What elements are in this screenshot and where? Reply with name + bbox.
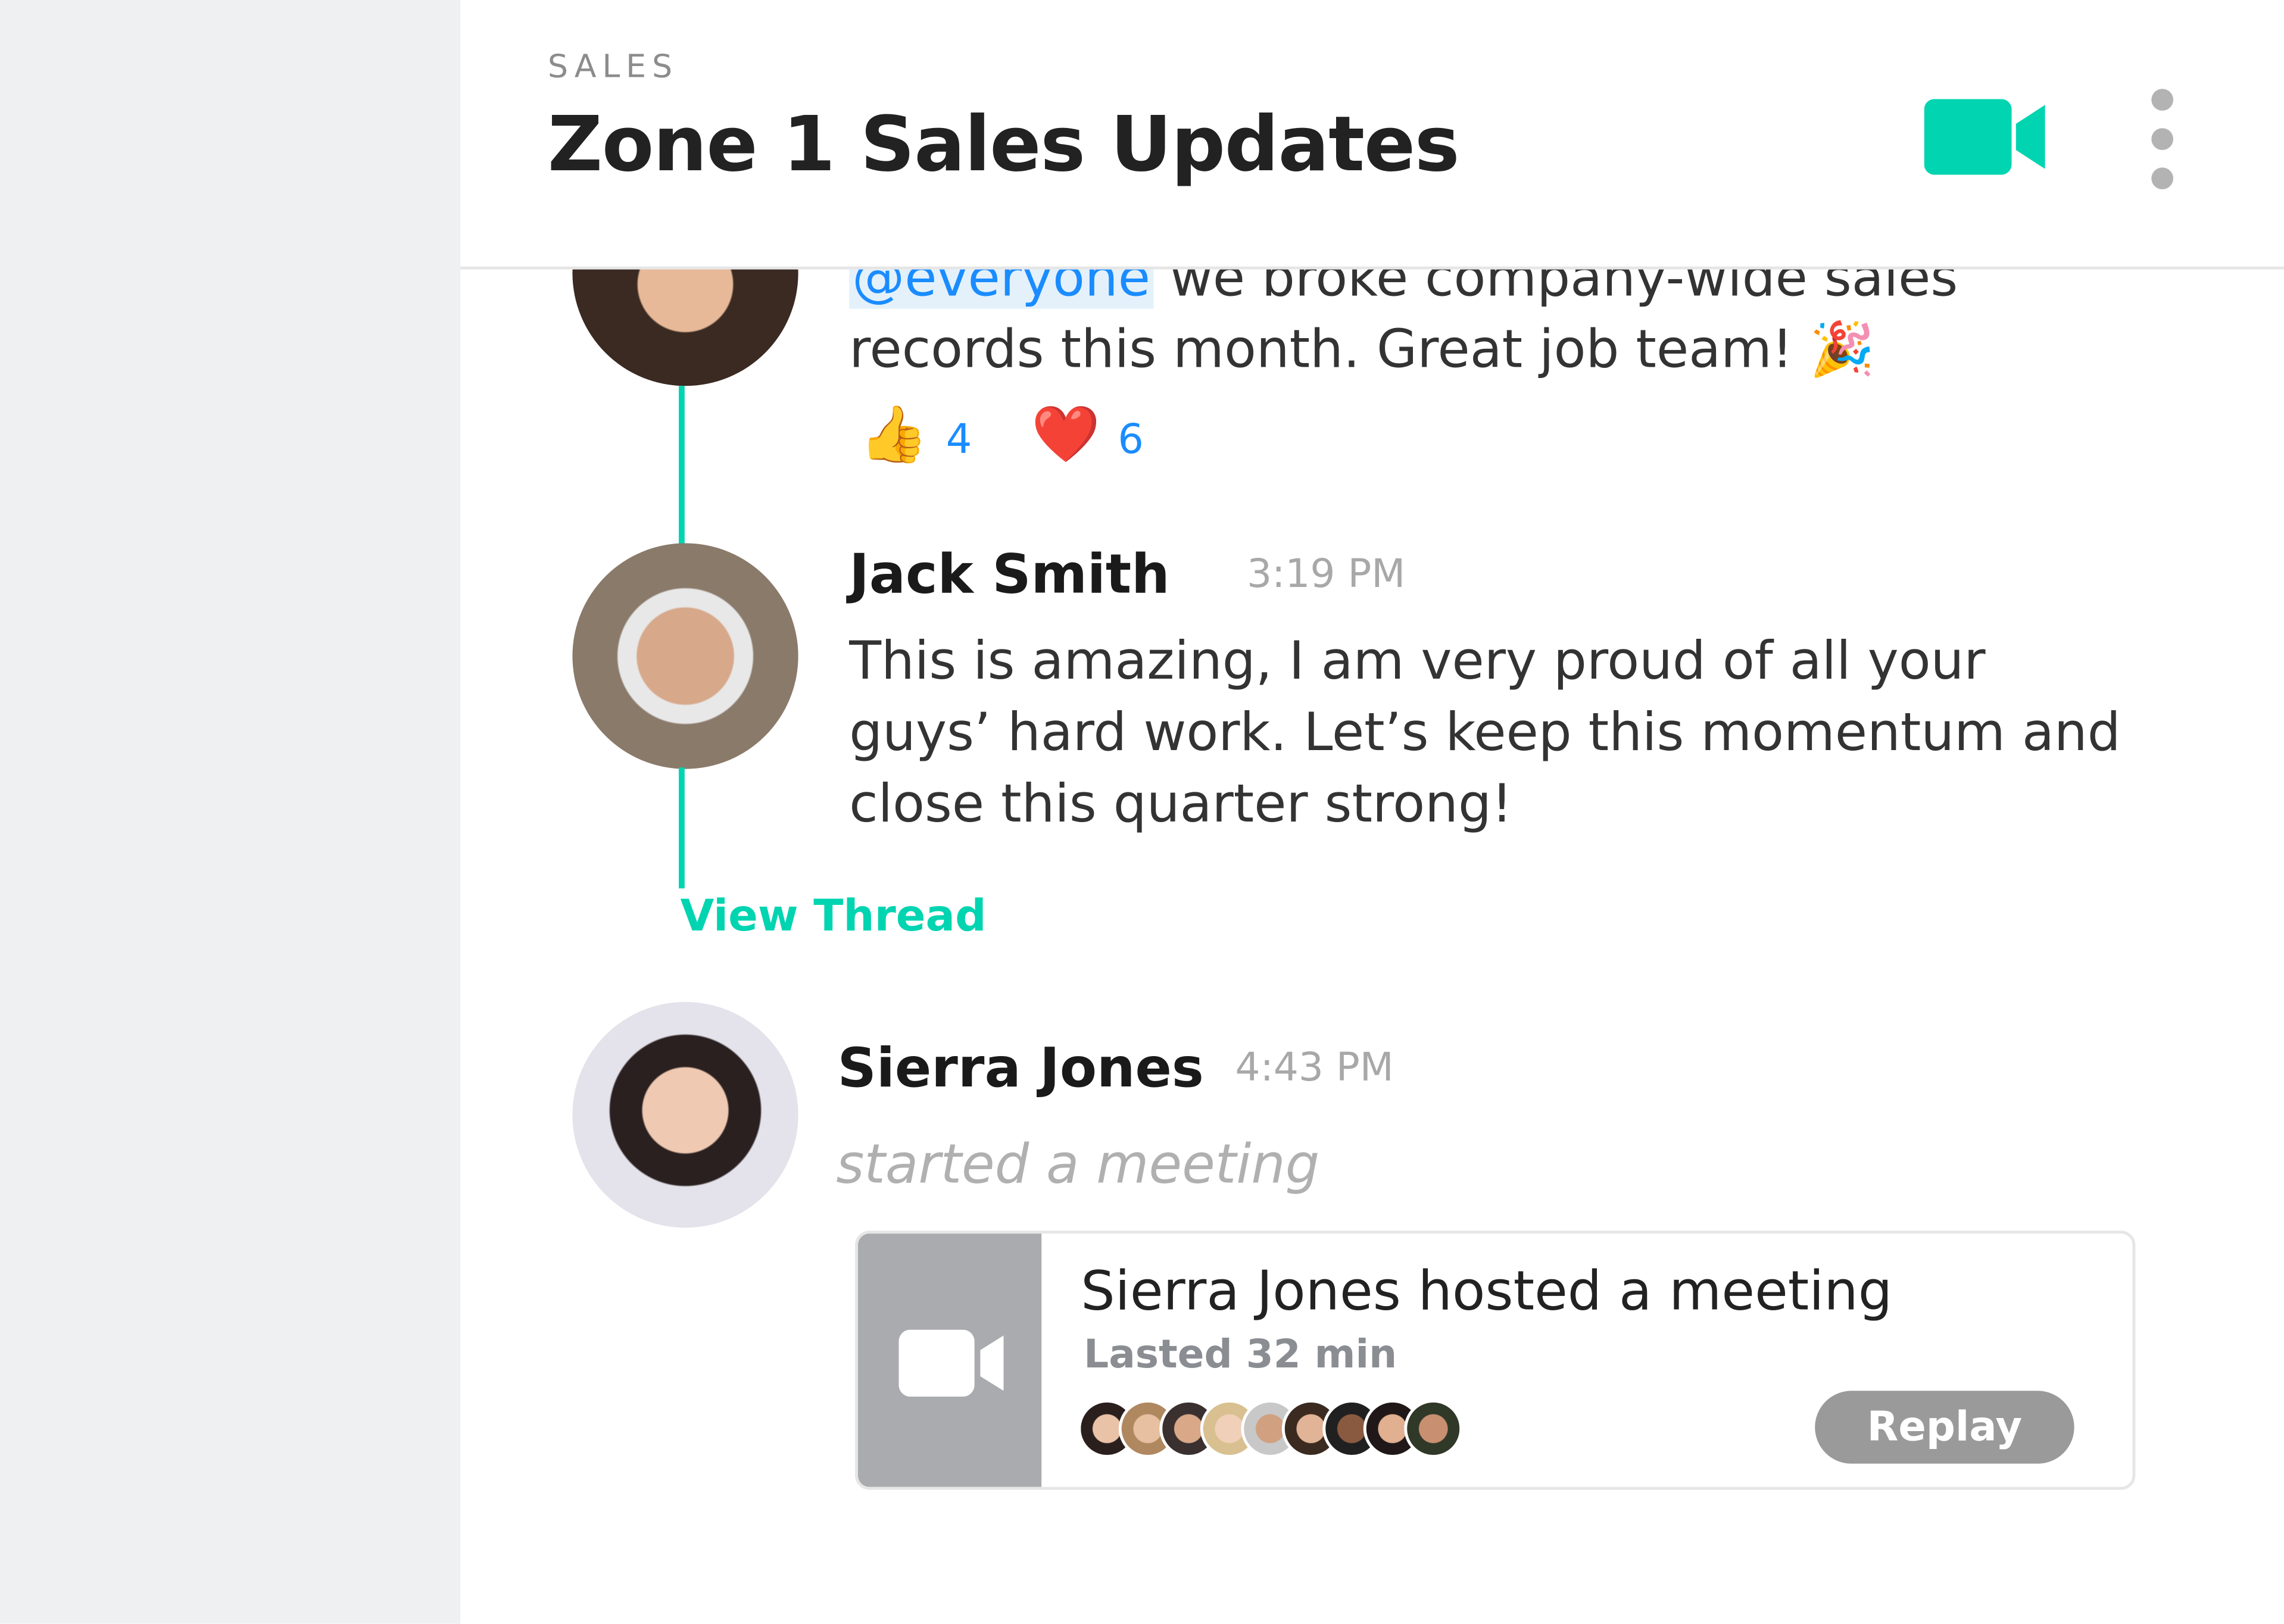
view-thread-link[interactable]: View Thread [680,891,986,942]
timestamp: 3:19 PM [1247,552,1406,598]
avatar-sierra-jones[interactable] [572,1002,798,1228]
author-name[interactable]: Jack Smith [849,544,1169,606]
meeting-thumbnail [857,1233,1042,1487]
reaction-count: 6 [1118,415,1144,463]
app-window: @everyone we broke company-wide sales re… [0,0,2284,1624]
avatar-jack-smith[interactable] [572,543,798,769]
channel-header: SALES Zone 1 Sales Updates [460,0,2284,270]
dot [2151,128,2174,150]
meeting-title: Sierra Jones hosted a meeting [1081,1260,1893,1323]
video-camera-icon [898,1329,1004,1397]
video-camera-icon[interactable] [1924,99,2045,175]
thread-line [679,767,685,889]
replay-button[interactable]: Replay [1815,1391,2074,1464]
thread-line [679,386,685,546]
dot [2151,89,2174,111]
dot [2151,167,2174,190]
reaction-count: 4 [946,415,972,463]
message-line: This is amazing, I am very proud of all … [849,632,1986,692]
author-name[interactable]: Sierra Jones [838,1037,1204,1100]
channel-category: SALES [547,49,678,86]
participant-avatar [1404,1399,1463,1458]
thumbs-up-icon: 👍 [859,402,929,466]
timestamp: 4:43 PM [1235,1045,1394,1091]
reaction-thumbs-up[interactable]: 👍 4 [859,402,972,467]
message-line: close this quarter strong! [849,774,1513,835]
meeting-duration: Lasted 32 min [1084,1332,1397,1378]
meeting-status-text: started a meeting [836,1133,1320,1196]
heart-icon: ❤️ [1031,402,1100,466]
sidebar [0,0,461,1624]
channel-title: Zone 1 Sales Updates [547,102,1460,190]
message-line: guys’ hard work. Let’s keep this momentu… [849,703,2121,763]
channel-view: @everyone we broke company-wide sales re… [460,0,2284,1624]
message-line: records this month. Great job team! 🎉 [849,320,1875,380]
reaction-heart[interactable]: ❤️ 6 [1031,402,1144,467]
